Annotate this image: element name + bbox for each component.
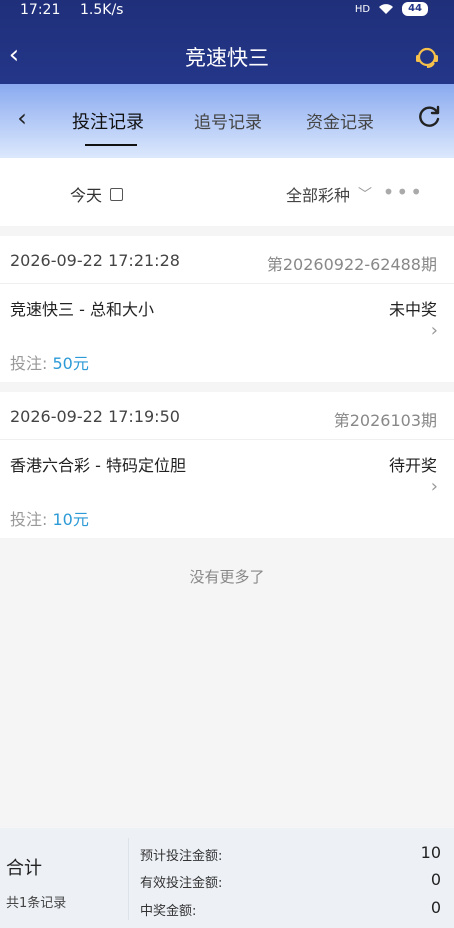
date-filter[interactable]: 今天 <box>70 182 124 206</box>
tab-chase-records[interactable]: 追号记录 <box>194 108 262 133</box>
tab-fund-records[interactable]: 资金记录 <box>306 108 374 133</box>
footer-divider <box>128 838 129 920</box>
wifi-icon <box>379 4 394 14</box>
page-title: 竞速快三 <box>185 46 269 70</box>
date-filter-label: 今天 <box>70 186 103 205</box>
status-bar: 17:21 1.5K/s HD 44 <box>0 0 454 22</box>
active-tab-indicator <box>85 144 137 146</box>
lottery-type-label: 全部彩种 <box>286 186 351 205</box>
chevron-right-icon: › <box>430 476 438 497</box>
record-datetime: 2026-09-22 17:21:28 <box>10 251 180 270</box>
lottery-type-filter[interactable]: 全部彩种 ﹀ <box>286 182 372 206</box>
signal-icon: HD <box>354 3 371 15</box>
record-bet: 投注: 10元 <box>10 506 89 530</box>
record-result: 待开奖 <box>388 456 437 475</box>
summary-footer: 合计 共1条记录 预计投注金额: 10 有效投注金额: 0 中奖金额: 0 <box>0 828 454 928</box>
record-datetime: 2026-09-22 17:19:50 <box>10 407 180 426</box>
bet-record-card[interactable]: 2026-09-22 17:21:28 第20260922-62488期 竞速快… <box>0 236 454 382</box>
customer-service-icon[interactable] <box>414 44 440 70</box>
status-network-speed: 1.5K/s <box>80 2 124 18</box>
record-header: 2026-09-22 17:19:50 第2026103期 <box>0 392 454 440</box>
bet-label: 投注: <box>10 354 53 373</box>
win-amount-label: 中奖金额: <box>140 904 197 919</box>
valid-bet-label: 有效投注金额: <box>140 876 223 891</box>
tab-back-icon[interactable]: ‹ <box>12 104 32 132</box>
valid-bet-value: 0 <box>430 870 441 889</box>
record-game: 竞速快三 - 总和大小 <box>10 300 154 319</box>
record-period: 第2026103期 <box>333 411 437 430</box>
battery-icon: 44 <box>402 2 428 16</box>
calendar-icon <box>110 187 124 201</box>
record-tabs: ‹ 投注记录 追号记录 资金记录 <box>0 84 454 158</box>
bet-record-card[interactable]: 2026-09-22 17:19:50 第2026103期 香港六合彩 - 特码… <box>0 392 454 538</box>
record-body: 香港六合彩 - 特码定位胆 待开奖 › 投注: 10元 <box>0 440 454 538</box>
chevron-right-icon: › <box>430 320 438 341</box>
record-period: 第20260922-62488期 <box>266 255 437 274</box>
chevron-down-icon: ﹀ <box>358 187 373 203</box>
refresh-icon[interactable] <box>416 104 442 130</box>
filter-bar: 今天 全部彩种 ﹀ ••• <box>0 158 454 226</box>
record-body: 竞速快三 - 总和大小 未中奖 › 投注: 50元 <box>0 284 454 382</box>
expected-bet-value: 10 <box>420 843 441 862</box>
app-header: 17:21 1.5K/s HD 44 ‹ 竞速快三 <box>0 0 454 84</box>
record-header: 2026-09-22 17:21:28 第20260922-62488期 <box>0 236 454 284</box>
no-more-text: 没有更多了 <box>189 568 265 586</box>
expected-bet-label: 预计投注金额: <box>140 849 223 864</box>
status-icons: HD 44 <box>355 2 428 16</box>
record-game: 香港六合彩 - 特码定位胆 <box>10 456 186 475</box>
record-bet: 投注: 50元 <box>10 350 89 374</box>
bet-amount: 10元 <box>52 510 89 529</box>
win-amount-value: 0 <box>430 898 441 917</box>
more-options-icon[interactable]: ••• <box>383 180 424 204</box>
tab-bet-records[interactable]: 投注记录 <box>72 108 144 134</box>
bet-amount: 50元 <box>52 354 89 373</box>
record-count: 共1条记录 <box>6 896 67 911</box>
status-time: 17:21 <box>20 2 61 18</box>
bet-label: 投注: <box>10 510 53 529</box>
total-label: 合计 <box>6 858 42 879</box>
record-result: 未中奖 <box>388 300 437 319</box>
